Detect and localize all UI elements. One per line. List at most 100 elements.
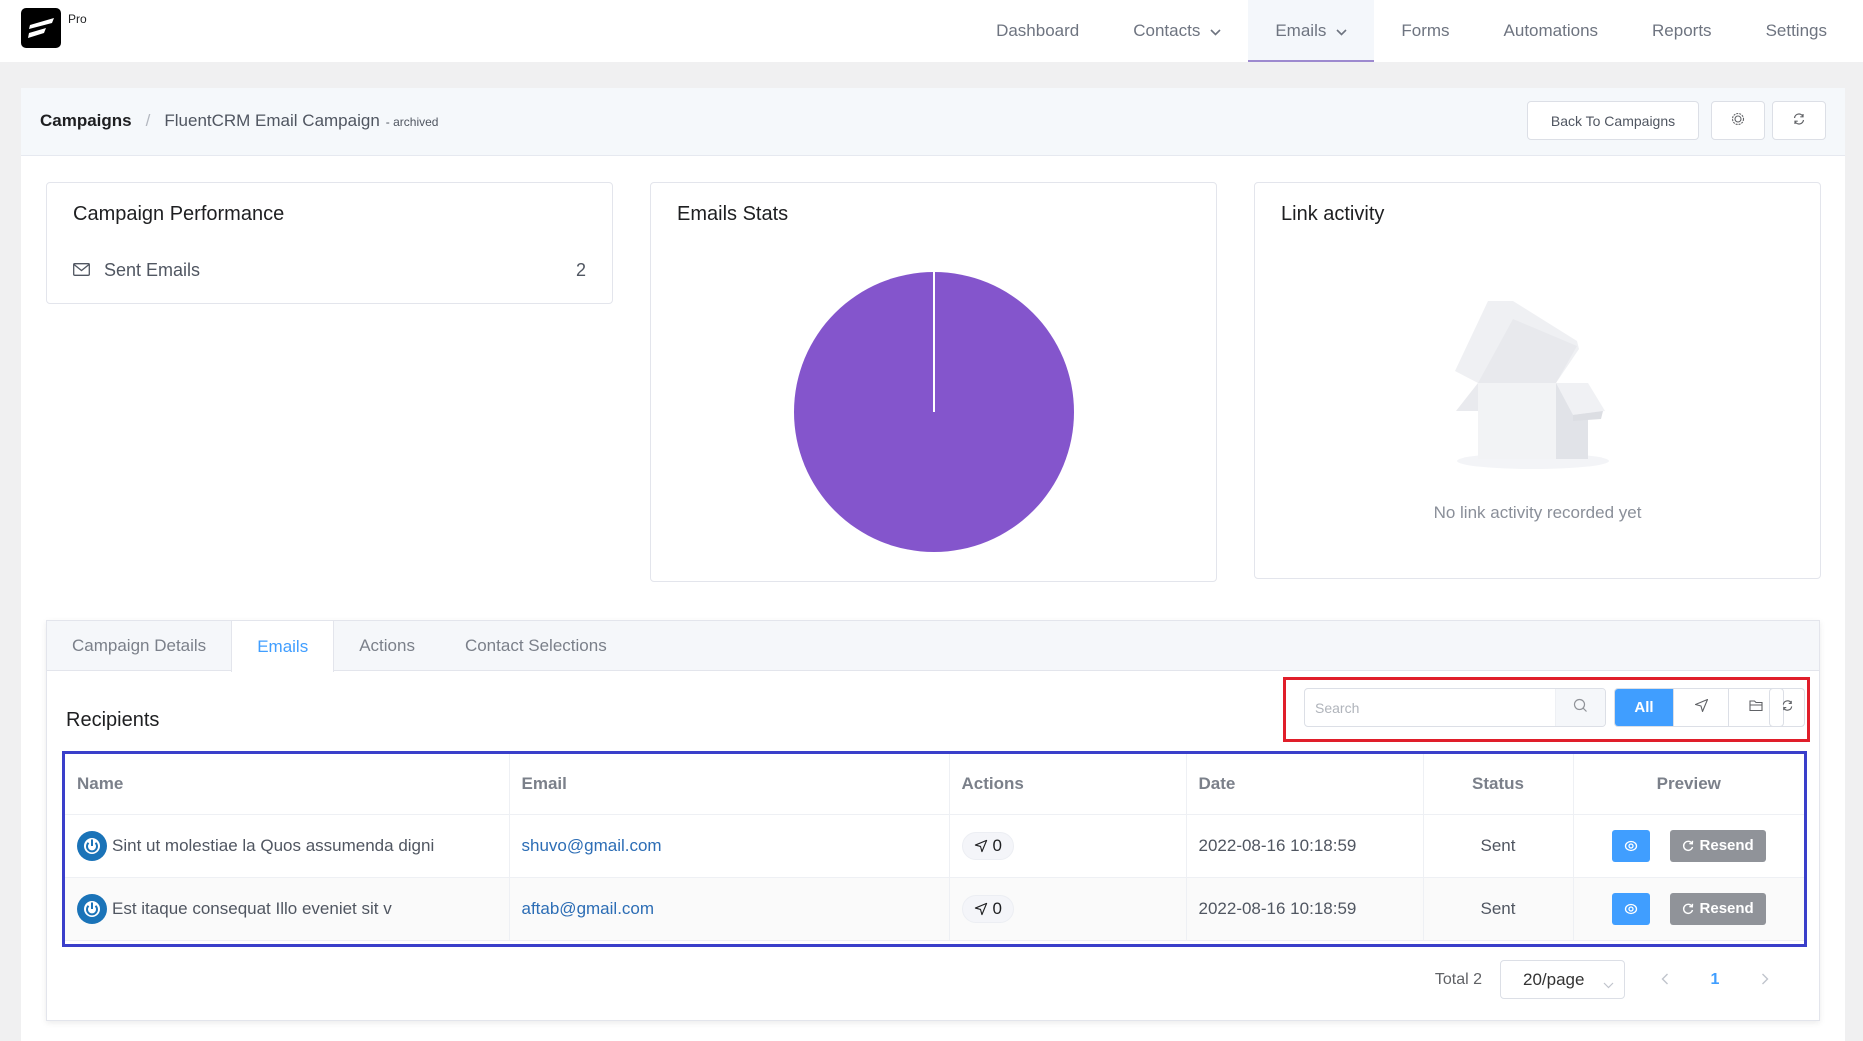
gear-icon bbox=[1731, 112, 1745, 129]
back-to-campaigns-button[interactable]: Back To Campaigns bbox=[1527, 101, 1699, 140]
tab-actions[interactable]: Actions bbox=[334, 621, 440, 671]
link-activity-card: Link activity No link activity recorded … bbox=[1254, 182, 1821, 579]
top-navigation-bar: Pro Dashboard Contacts Emails Forms Auto… bbox=[0, 0, 1863, 62]
email-status: Sent bbox=[1423, 814, 1574, 878]
refresh-button[interactable] bbox=[1772, 101, 1826, 140]
tab-emails[interactable]: Emails bbox=[231, 621, 335, 672]
empty-box-illustration-icon bbox=[1455, 301, 1609, 469]
refresh-icon bbox=[1682, 903, 1693, 914]
nav-emails[interactable]: Emails bbox=[1248, 0, 1375, 62]
actions-count-pill[interactable]: 0 bbox=[961, 894, 1014, 923]
sent-date: 2022-08-16 10:18:59 bbox=[1186, 814, 1424, 878]
nav-dashboard[interactable]: Dashboard bbox=[969, 0, 1106, 62]
avatar[interactable] bbox=[77, 893, 107, 924]
actions-count: 0 bbox=[992, 835, 1002, 855]
breadcrumb-separator: / bbox=[145, 111, 151, 130]
resend-email-button[interactable]: Resend bbox=[1669, 829, 1766, 862]
nav-label: Reports bbox=[1652, 21, 1712, 40]
column-header-email[interactable]: Email bbox=[509, 754, 950, 815]
logo-mark-icon bbox=[28, 18, 54, 38]
button-label: Back To Campaigns bbox=[1550, 112, 1676, 129]
recipient-name: Est itaque consequat Illo eveniet sit v bbox=[112, 898, 392, 918]
preview-email-button[interactable] bbox=[1611, 892, 1650, 925]
chevron-down-icon bbox=[1603, 974, 1614, 994]
nav-label: Forms bbox=[1401, 21, 1450, 40]
nav-automations[interactable]: Automations bbox=[1477, 0, 1626, 62]
chevron-down-icon bbox=[1210, 21, 1221, 41]
sent-date: 2022-08-16 10:18:59 bbox=[1186, 877, 1424, 941]
nav-forms[interactable]: Forms bbox=[1374, 0, 1476, 62]
prev-page-button[interactable] bbox=[1645, 969, 1685, 990]
recipient-email-link[interactable]: aftab@gmail.com bbox=[522, 899, 655, 918]
nav-label: Emails bbox=[1275, 21, 1327, 40]
fluentcrm-logo[interactable] bbox=[21, 8, 61, 48]
search-button[interactable] bbox=[1555, 689, 1605, 726]
card-title: Link activity bbox=[1281, 203, 1385, 225]
status-filter-group: All bbox=[1614, 688, 1784, 727]
search-input[interactable] bbox=[1305, 689, 1555, 726]
page-header: Campaigns / FluentCRM Email Campaign - a… bbox=[21, 88, 1845, 156]
campaign-performance-card: Campaign Performance Sent Emails 2 bbox=[46, 182, 613, 304]
send-icon bbox=[974, 902, 987, 915]
campaign-report-panel: Campaigns / FluentCRM Email Campaign - a… bbox=[21, 88, 1845, 1041]
table-row: Est itaque consequat Illo eveniet sit v … bbox=[65, 877, 1804, 941]
column-header-actions[interactable]: Actions bbox=[949, 754, 1187, 815]
recipients-table: Name Email Actions Date Status Preview S… bbox=[65, 754, 1804, 941]
recipients-refresh-button[interactable] bbox=[1769, 688, 1805, 727]
next-page-button[interactable] bbox=[1745, 969, 1785, 990]
nav-reports[interactable]: Reports bbox=[1625, 0, 1739, 62]
emails-stats-card: Emails Stats bbox=[650, 182, 1217, 582]
actions-count-pill[interactable]: 0 bbox=[961, 831, 1014, 860]
page-size-value: 20/page bbox=[1523, 969, 1585, 989]
tab-contact-selections[interactable]: Contact Selections bbox=[440, 621, 632, 671]
page-number-current[interactable]: 1 bbox=[1695, 971, 1735, 989]
campaign-status: - archived bbox=[385, 115, 439, 129]
campaign-settings-button[interactable] bbox=[1711, 101, 1765, 140]
actions-count: 0 bbox=[992, 898, 1002, 918]
folder-icon bbox=[1748, 699, 1764, 716]
email-status: Sent bbox=[1423, 877, 1574, 941]
sent-emails-row: Sent Emails 2 bbox=[73, 260, 586, 281]
avatar[interactable] bbox=[77, 830, 107, 861]
nav-label: Dashboard bbox=[996, 21, 1080, 40]
eye-icon bbox=[1624, 840, 1637, 851]
emails-stats-pie-chart bbox=[794, 272, 1074, 552]
pagination-total: Total 2 bbox=[1434, 970, 1482, 988]
button-label: Resend bbox=[1699, 900, 1754, 917]
search-icon bbox=[1573, 698, 1588, 718]
column-header-status[interactable]: Status bbox=[1423, 754, 1574, 815]
breadcrumb-campaigns-link[interactable]: Campaigns bbox=[40, 111, 132, 131]
chevron-down-icon bbox=[1336, 21, 1347, 41]
nav-settings[interactable]: Settings bbox=[1739, 0, 1863, 62]
refresh-icon bbox=[1781, 699, 1794, 717]
recipient-email-link[interactable]: shuvo@gmail.com bbox=[522, 836, 662, 855]
chevron-left-icon bbox=[1661, 973, 1668, 985]
tab-campaign-details[interactable]: Campaign Details bbox=[47, 621, 231, 671]
card-title: Campaign Performance bbox=[73, 203, 285, 225]
recipient-name: Sint ut molestiae la Quos assumenda dign… bbox=[112, 835, 435, 855]
filter-sent-button[interactable] bbox=[1673, 689, 1728, 726]
page-size-select[interactable]: 20/page bbox=[1500, 960, 1625, 999]
filter-all-button[interactable]: All bbox=[1615, 689, 1673, 726]
send-icon bbox=[1694, 698, 1709, 717]
eye-icon bbox=[1624, 903, 1637, 914]
power-icon bbox=[84, 900, 100, 917]
refresh-icon bbox=[1682, 840, 1693, 851]
column-header-date[interactable]: Date bbox=[1186, 754, 1424, 815]
nav-label: Automations bbox=[1503, 21, 1599, 40]
send-icon bbox=[974, 839, 987, 852]
button-label: Resend bbox=[1699, 837, 1754, 854]
pagination: Total 2 20/page 1 bbox=[1435, 960, 1785, 999]
refresh-icon bbox=[1792, 112, 1806, 129]
nav-contacts[interactable]: Contacts bbox=[1106, 0, 1248, 62]
column-header-name[interactable]: Name bbox=[65, 754, 510, 815]
table-row: Sint ut molestiae la Quos assumenda dign… bbox=[65, 814, 1804, 878]
main-nav: Dashboard Contacts Emails Forms Automati… bbox=[969, 0, 1863, 62]
resend-email-button[interactable]: Resend bbox=[1669, 892, 1766, 925]
power-icon bbox=[84, 837, 100, 854]
nav-label: Contacts bbox=[1133, 21, 1201, 40]
breadcrumb-current: FluentCRM Email Campaign bbox=[164, 111, 380, 130]
recipients-heading: Recipients bbox=[66, 709, 160, 731]
preview-email-button[interactable] bbox=[1611, 829, 1650, 862]
column-header-preview[interactable]: Preview bbox=[1573, 754, 1804, 815]
